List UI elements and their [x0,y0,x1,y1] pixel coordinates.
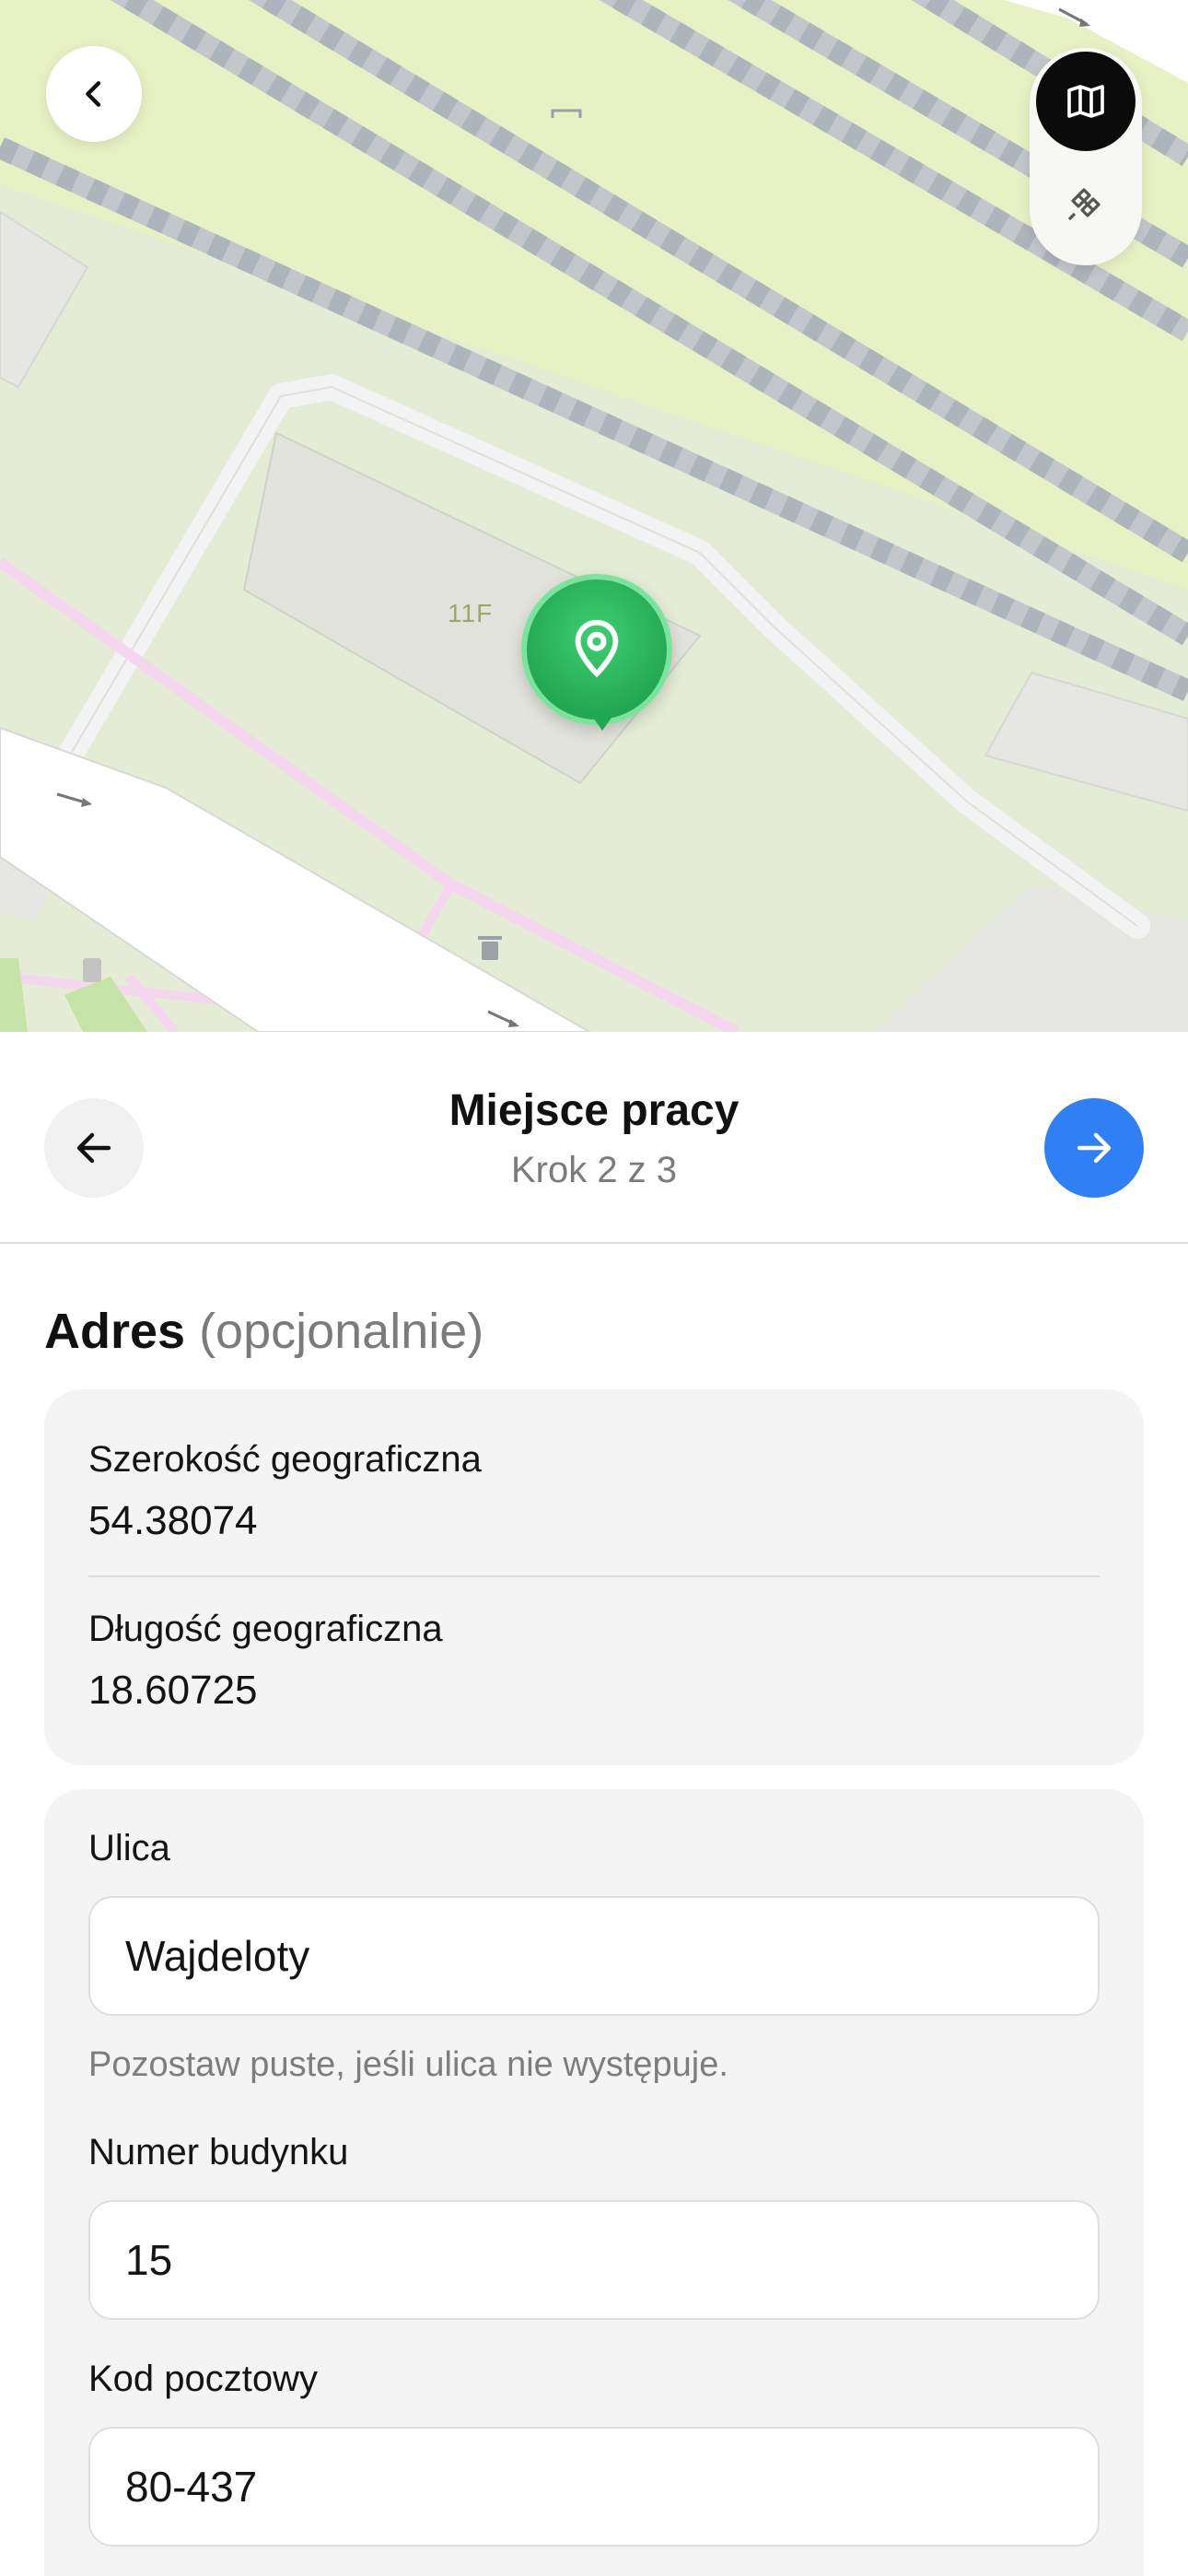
postal-code-label: Kod pocztowy [88,2359,319,2399]
section-optional-note: (opcjonalnie) [199,1304,484,1359]
coordinates-card: Szerokość geograficzna 54.38074 Długość … [44,1389,1144,1765]
street-label: Ulica [88,1828,170,1868]
section-title-text: Adres [44,1304,186,1359]
section-title: Adres (opcjonalnie) [44,1303,483,1360]
longitude-label: Długość geograficzna [88,1609,443,1649]
location-pin-icon [575,619,619,678]
satellite-icon [1067,188,1101,221]
address-form: Adres (opcjonalnie) Szerokość geograficz… [0,1246,1188,2576]
building-number-field-label: Numer budynku [88,2132,349,2172]
map-layer-switch [1030,48,1142,265]
chevron-left-icon [86,81,101,107]
building-number-label: 11F [448,599,494,627]
building-number-input[interactable] [88,2200,1100,2320]
satellite-layer-button[interactable] [1036,153,1136,252]
longitude-value: 18.60725 [88,1668,258,1713]
coords-divider [88,1575,1100,1577]
step-indicator: Krok 2 z 3 [510,1150,678,1190]
address-card: Ulica Pozostaw puste, jeśli ulica nie wy… [44,1789,1144,2576]
next-step-button[interactable] [1044,1098,1144,1198]
postal-code-input[interactable] [88,2427,1100,2547]
location-pin[interactable] [521,574,672,731]
map-canvas [0,0,1188,1032]
map-layer-button[interactable] [1036,52,1136,151]
arrow-right-icon [1077,1132,1112,1164]
latitude-label: Szerokość geograficzna [88,1439,482,1480]
map-view[interactable]: 11F [0,0,1188,1032]
latitude-value: 54.38074 [88,1498,258,1543]
street-hint: Pozostaw puste, jeśli ulica nie występuj… [88,2045,728,2084]
map-icon [1067,85,1104,118]
page-title: Miejsce pracy [448,1086,740,1135]
step-header: Miejsce pracy Krok 2 z 3 [0,1032,1188,1244]
street-input[interactable] [88,1896,1100,2016]
map-back-button[interactable] [46,46,142,142]
